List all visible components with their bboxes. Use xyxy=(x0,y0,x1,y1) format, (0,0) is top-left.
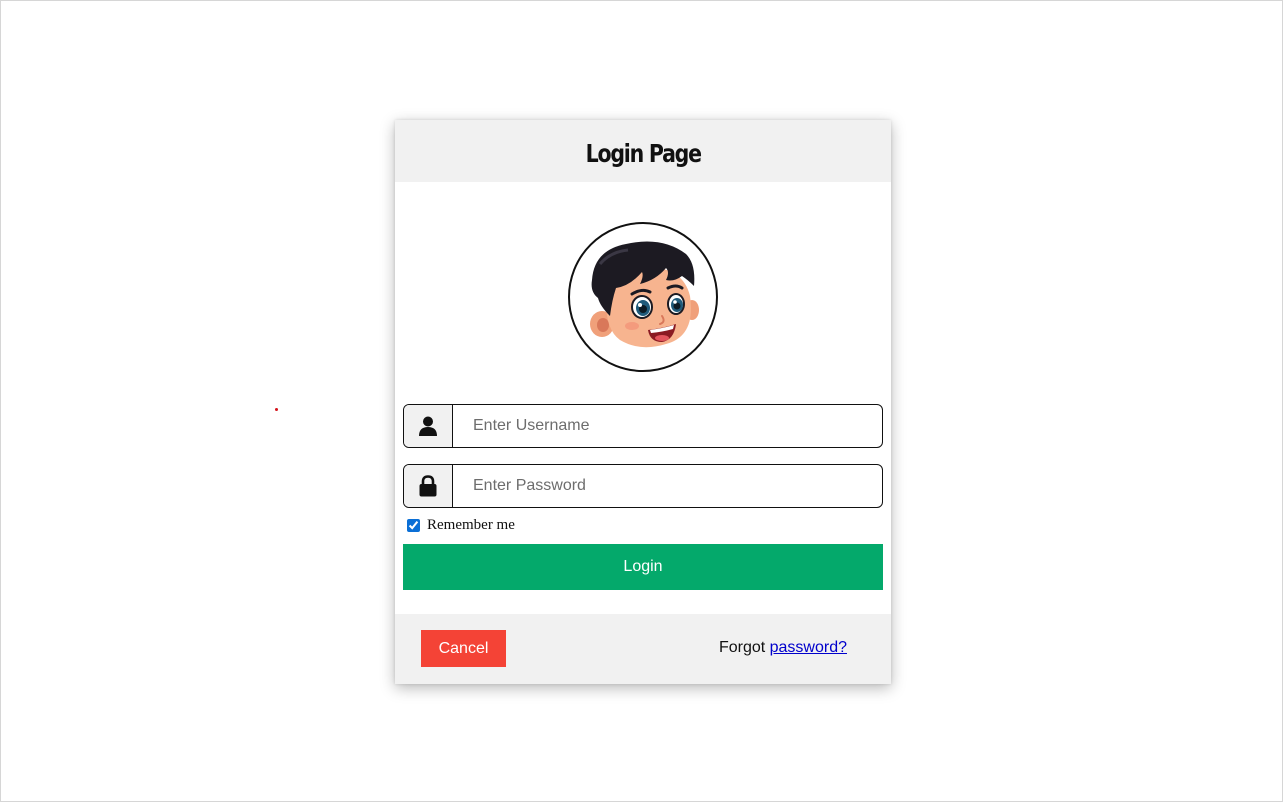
avatar xyxy=(568,222,718,372)
forgot-password-text: Forgot password? xyxy=(719,639,847,657)
card-footer: Cancel Forgot password? xyxy=(395,614,891,684)
forgot-prefix: Forgot xyxy=(718,639,770,656)
card-header: Login Page xyxy=(395,120,891,182)
remember-checkbox[interactable] xyxy=(407,519,420,532)
login-card: Login Page Enter Username Remember me Lo… xyxy=(395,120,891,684)
cartoon-boy-avatar-icon xyxy=(590,241,699,348)
forgot-password-link[interactable]: password? xyxy=(770,639,847,656)
user-icon xyxy=(404,405,453,447)
username-input[interactable] xyxy=(453,405,882,447)
password-field xyxy=(403,464,883,508)
lock-icon xyxy=(404,465,453,507)
cancel-button[interactable]: Cancel xyxy=(421,630,506,667)
login-button[interactable]: Login xyxy=(403,544,883,590)
page-title: Login Page xyxy=(585,138,701,168)
page-frame: Login Page Enter Username Remember me Lo… xyxy=(0,0,1283,802)
remember-me: Remember me xyxy=(405,517,515,534)
password-input[interactable] xyxy=(453,465,882,507)
stray-dot xyxy=(275,408,278,411)
username-field xyxy=(403,404,883,448)
remember-label: Remember me xyxy=(427,517,515,533)
